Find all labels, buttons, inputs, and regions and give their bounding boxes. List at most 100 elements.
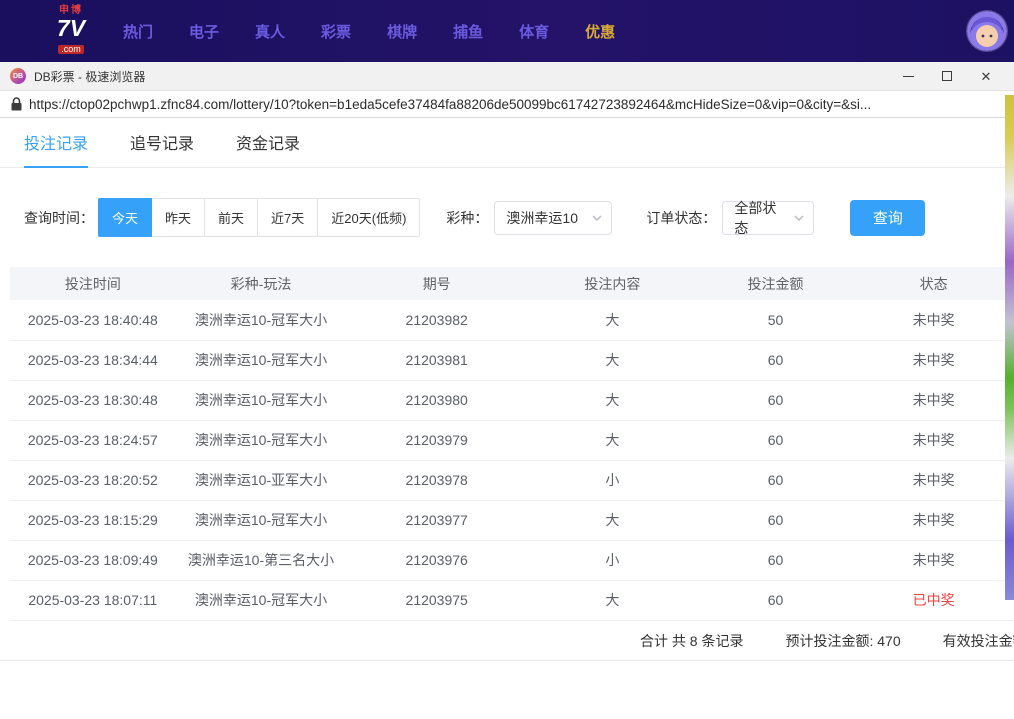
close-button[interactable]: ✕ (978, 68, 994, 84)
table-cell: 澳洲幸运10-亚军大小 (176, 460, 347, 500)
table-cell: 2025-03-23 18:40:48 (10, 300, 176, 340)
browser-title-bar: DB DB彩票 - 极速浏览器 ✕ (0, 62, 1014, 91)
expected-amount-text: 预计投注金额: 470 (785, 631, 900, 651)
table-row: 2025-03-23 18:20:52澳洲幸运10-亚军大小21203978小6… (10, 460, 1014, 500)
table-cell: 2025-03-23 18:24:57 (10, 420, 176, 460)
table-cell: 未中奖 (853, 540, 1014, 580)
top-nav: 热门 电子 真人 彩票 棋牌 捕鱼 体育 优惠 (123, 21, 615, 42)
table-cell: 澳洲幸运10-冠军大小 (176, 300, 347, 340)
table-cell: 2025-03-23 18:07:11 (10, 580, 176, 620)
lottery-select[interactable]: 澳洲幸运10 (494, 201, 612, 235)
logo-main-text: 7V (45, 17, 97, 40)
time-filter-昨天[interactable]: 昨天 (151, 198, 205, 237)
table-cell: 2025-03-23 18:20:52 (10, 460, 176, 500)
nav-item-真人[interactable]: 真人 (255, 21, 285, 42)
tab-追号记录[interactable]: 追号记录 (130, 118, 194, 168)
maximize-button[interactable] (939, 68, 955, 84)
table-body: 2025-03-23 18:40:48澳洲幸运10-冠军大小21203982大5… (10, 300, 1014, 620)
table-cell: 60 (698, 500, 854, 540)
table-cell: 澳洲幸运10-冠军大小 (176, 500, 347, 540)
table-cell: 2025-03-23 18:34:44 (10, 340, 176, 380)
avatar-image (967, 11, 1007, 51)
time-filter-近20天(低频)[interactable]: 近20天(低频) (317, 198, 420, 237)
order-status-select[interactable]: 全部状态 (722, 201, 814, 235)
table-row: 2025-03-23 18:34:44澳洲幸运10-冠军大小21203981大6… (10, 340, 1014, 380)
chevron-down-icon (592, 215, 602, 221)
search-button[interactable]: 查询 (850, 200, 925, 236)
chevron-down-icon (794, 215, 804, 221)
order-status-value: 全部状态 (734, 198, 788, 238)
user-avatar[interactable] (967, 11, 1007, 51)
valid-amount-text: 有效投注金额 (943, 631, 1014, 651)
address-bar[interactable]: https://ctop02pchwp1.zfnc84.com/lottery/… (0, 91, 1014, 118)
table-cell: 21203979 (346, 420, 527, 460)
url-text: https://ctop02pchwp1.zfnc84.com/lottery/… (29, 97, 871, 112)
lock-icon (11, 97, 22, 111)
site-top-bar: 申博 7V .com 热门 电子 真人 彩票 棋牌 捕鱼 体育 优惠 (0, 0, 1014, 62)
table-cell: 60 (698, 340, 854, 380)
maximize-icon (942, 71, 952, 81)
table-cell: 小 (527, 460, 698, 500)
table-row: 2025-03-23 18:24:57澳洲幸运10-冠军大小21203979大6… (10, 420, 1014, 460)
table-cell: 未中奖 (853, 500, 1014, 540)
table-cell: 21203980 (346, 380, 527, 420)
table-cell: 60 (698, 580, 854, 620)
time-filter-前天[interactable]: 前天 (204, 198, 258, 237)
table-cell: 澳洲幸运10-冠军大小 (176, 340, 347, 380)
tab-资金记录[interactable]: 资金记录 (236, 118, 300, 168)
table-header-row: 投注时间彩种-玩法期号投注内容投注金额状态 (10, 267, 1014, 300)
window-controls: ✕ (900, 68, 1004, 84)
time-filter-今天[interactable]: 今天 (98, 198, 152, 237)
column-header-投注时间: 投注时间 (10, 267, 176, 300)
column-header-期号: 期号 (346, 267, 527, 300)
minimize-icon (903, 76, 914, 77)
nav-item-优惠[interactable]: 优惠 (585, 21, 615, 42)
nav-item-棋牌[interactable]: 棋牌 (387, 21, 417, 42)
table-cell: 大 (527, 580, 698, 620)
time-filter-近7天[interactable]: 近7天 (257, 198, 318, 237)
table-cell: 未中奖 (853, 340, 1014, 380)
table-row: 2025-03-23 18:09:49澳洲幸运10-第三名大小21203976小… (10, 540, 1014, 580)
time-filter-label: 查询时间： (24, 208, 94, 228)
table-cell: 大 (527, 380, 698, 420)
table-cell: 21203981 (346, 340, 527, 380)
summary-footer-text: 合计 共 8 条记录 预计投注金额: 470 有效投注金额 (640, 621, 1014, 661)
table-cell: 21203978 (346, 460, 527, 500)
column-header-彩种-玩法: 彩种-玩法 (176, 267, 347, 300)
nav-item-体育[interactable]: 体育 (519, 21, 549, 42)
table-cell: 澳洲幸运10-冠军大小 (176, 380, 347, 420)
table-row: 2025-03-23 18:40:48澳洲幸运10-冠军大小21203982大5… (10, 300, 1014, 340)
bet-records-table: 投注时间彩种-玩法期号投注内容投注金额状态 2025-03-23 18:40:4… (10, 267, 1014, 621)
table-cell: 大 (527, 300, 698, 340)
column-header-投注内容: 投注内容 (527, 267, 698, 300)
table-cell: 50 (698, 300, 854, 340)
nav-item-电子[interactable]: 电子 (189, 21, 219, 42)
close-icon: ✕ (981, 70, 992, 83)
table-cell: 大 (527, 420, 698, 460)
minimize-button[interactable] (900, 68, 916, 84)
table-cell: 未中奖 (853, 420, 1014, 460)
table-cell: 已中奖 (853, 580, 1014, 620)
total-records-text: 合计 共 8 条记录 (640, 631, 743, 651)
table-cell: 60 (698, 380, 854, 420)
nav-item-热门[interactable]: 热门 (123, 21, 153, 42)
table-cell: 21203975 (346, 580, 527, 620)
filter-bar: 查询时间： 今天昨天前天近7天近20天(低频) 彩种： 澳洲幸运10 订单状态：… (24, 198, 1014, 237)
column-header-状态: 状态 (853, 267, 1014, 300)
table-row: 2025-03-23 18:15:29澳洲幸运10-冠军大小21203977大6… (10, 500, 1014, 540)
logo-sub-text: .com (58, 45, 84, 54)
nav-item-捕鱼[interactable]: 捕鱼 (453, 21, 483, 42)
table-cell: 未中奖 (853, 460, 1014, 500)
table-cell: 60 (698, 420, 854, 460)
table-cell: 澳洲幸运10-冠军大小 (176, 420, 347, 460)
summary-footer: 合计 共 8 条记录 预计投注金额: 470 有效投注金额 (0, 621, 1014, 661)
lottery-select-value: 澳洲幸运10 (506, 208, 578, 228)
table-cell: 澳洲幸运10-冠军大小 (176, 580, 347, 620)
nav-item-彩票[interactable]: 彩票 (321, 21, 351, 42)
table-cell: 60 (698, 540, 854, 580)
site-logo[interactable]: 申博 7V .com (45, 6, 97, 56)
browser-app-icon: DB (10, 68, 26, 84)
order-status-label: 订单状态： (646, 208, 716, 228)
tab-投注记录[interactable]: 投注记录 (24, 118, 88, 168)
window-title: DB彩票 - 极速浏览器 (34, 68, 145, 85)
